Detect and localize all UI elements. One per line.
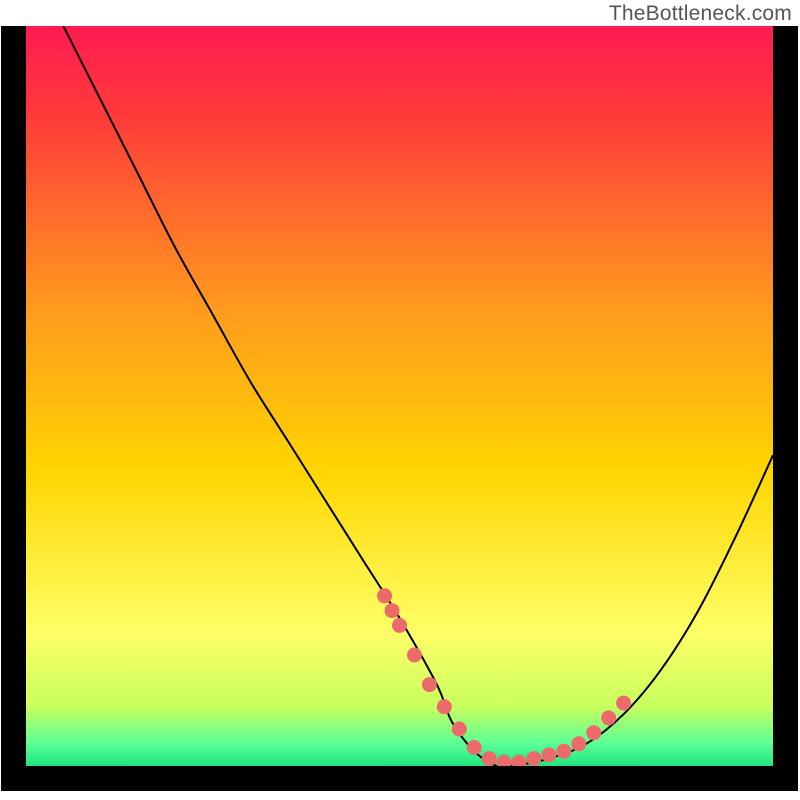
watermark-text: TheBottleneck.com: [609, 2, 792, 26]
sample-point: [482, 751, 497, 766]
sample-point: [385, 603, 400, 618]
sample-point: [452, 722, 467, 737]
sample-point: [616, 696, 631, 711]
chart-background: [26, 26, 773, 766]
sample-point: [586, 725, 601, 740]
bottleneck-chart: [26, 26, 773, 766]
sample-point: [556, 744, 571, 759]
chart-plot-area: [26, 26, 773, 766]
sample-point: [541, 747, 556, 762]
sample-point: [467, 740, 482, 755]
sample-point: [601, 710, 616, 725]
sample-point: [407, 648, 422, 663]
sample-point: [526, 751, 541, 766]
chart-outer-frame: [1, 26, 798, 791]
sample-point: [422, 677, 437, 692]
sample-point: [392, 618, 407, 633]
sample-point: [437, 699, 452, 714]
sample-point: [571, 736, 586, 751]
sample-point: [377, 588, 392, 603]
